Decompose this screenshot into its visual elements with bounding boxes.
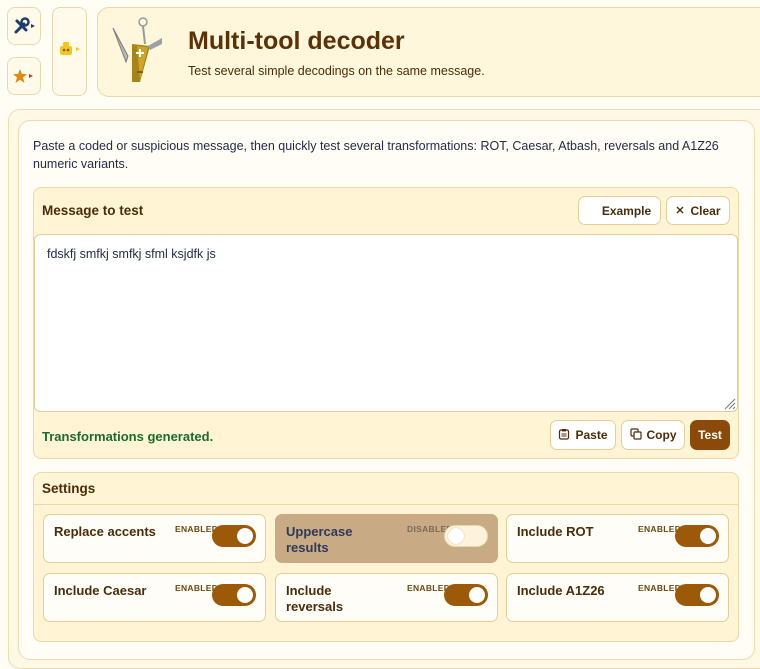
clipboard-icon: [558, 428, 570, 443]
option-label: Include Caesar: [54, 583, 147, 598]
close-icon: [675, 204, 685, 218]
settings-title: Settings: [42, 481, 96, 496]
favorites-button[interactable]: [7, 57, 41, 95]
tools-icon: [13, 17, 35, 35]
option-toggle[interactable]: [212, 584, 256, 606]
test-button[interactable]: Test: [690, 420, 730, 450]
copy-button[interactable]: Copy: [621, 420, 685, 450]
star-icon: [13, 68, 35, 84]
message-panel-title: Message to test: [42, 203, 144, 218]
toggle-knob: [700, 528, 716, 544]
message-input[interactable]: fdskfj smfkj smfkj sfml ksjdfk js: [34, 234, 738, 412]
example-button[interactable]: Example: [578, 196, 661, 225]
page-title: Multi-tool decoder: [188, 27, 405, 55]
option-label: Include A1Z26: [517, 583, 605, 598]
option-label: Replace accents: [54, 524, 156, 539]
assistant-button[interactable]: [52, 7, 87, 96]
resize-grip-icon[interactable]: [722, 396, 736, 415]
intro-text: Paste a coded or suspicious message, the…: [33, 139, 719, 171]
option-include-reversals[interactable]: Include reversals ENABLED: [275, 573, 498, 622]
option-label: Uppercase results: [286, 524, 353, 555]
copy-button-label: Copy: [646, 428, 677, 442]
toggle-knob: [448, 528, 464, 544]
option-toggle[interactable]: [675, 525, 719, 547]
toggle-knob: [237, 528, 253, 544]
option-include-a1z26[interactable]: Include A1Z26 ENABLED: [506, 573, 729, 622]
option-label: Include ROT: [517, 524, 594, 539]
option-toggle[interactable]: [444, 584, 488, 606]
option-include-caesar[interactable]: Include Caesar ENABLED: [43, 573, 266, 622]
status-message: Transformations generated.: [42, 429, 214, 444]
multitool-icon: [110, 16, 174, 95]
option-toggle[interactable]: [212, 525, 256, 547]
example-button-label: Example: [601, 203, 652, 218]
option-toggle[interactable]: [675, 584, 719, 606]
toggle-knob: [237, 587, 253, 603]
paste-button-label: Paste: [575, 428, 608, 442]
clear-button[interactable]: Clear: [666, 196, 730, 225]
toggle-knob: [700, 587, 716, 603]
clear-button-label: Clear: [690, 203, 721, 218]
header-card: Multi-tool decoder Test several simple d…: [97, 7, 760, 97]
settings-divider: [34, 504, 738, 505]
option-include-rot[interactable]: Include ROT ENABLED: [506, 514, 729, 563]
option-replace-accents[interactable]: Replace accents ENABLED: [43, 514, 266, 563]
option-toggle[interactable]: [444, 525, 488, 547]
page-subtitle: Test several simple decodings on the sam…: [188, 64, 485, 78]
option-label: Include reversals: [286, 583, 344, 614]
robot-icon: [58, 41, 82, 62]
paste-button[interactable]: Paste: [550, 420, 616, 450]
copy-icon: [629, 427, 642, 443]
tools-button[interactable]: [7, 7, 41, 45]
option-uppercase-results[interactable]: Uppercase results DISABLED: [275, 514, 498, 563]
toggle-knob: [469, 587, 485, 603]
